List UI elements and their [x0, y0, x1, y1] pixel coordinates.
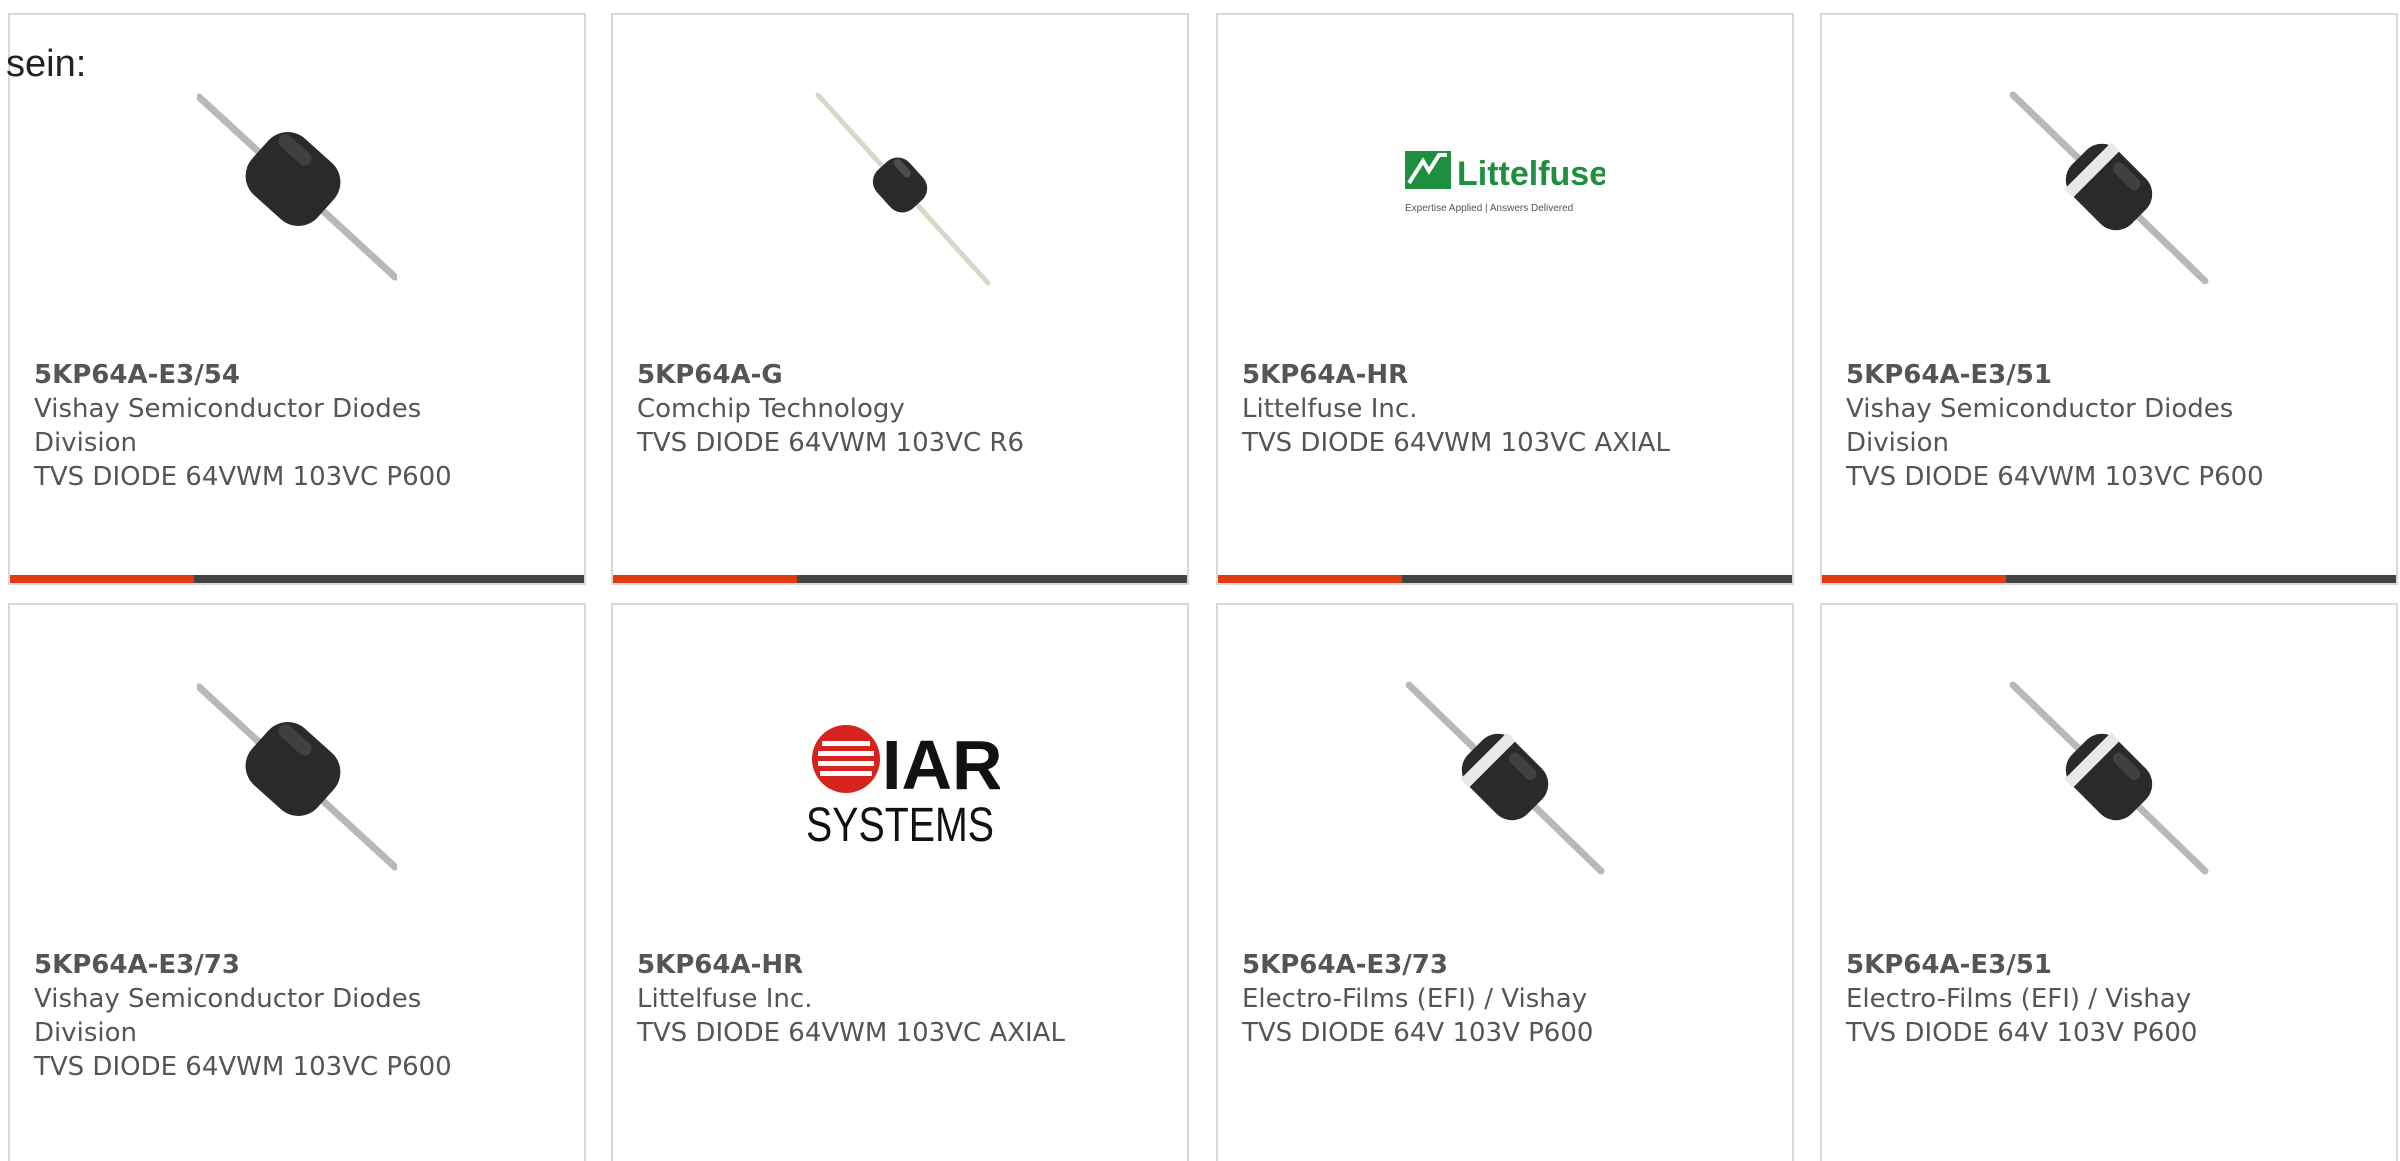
- manufacturer-text: Comchip Technology: [637, 394, 905, 424]
- part-number-link[interactable]: 5KP64A-G: [637, 358, 1167, 392]
- description-text: TVS DIODE 64V 103V P600: [1846, 1018, 2198, 1048]
- description-text: TVS DIODE 64VWM 103VC P600: [1846, 462, 2264, 492]
- axial-diode-black-icon: [197, 87, 397, 287]
- rating-bar: [613, 575, 1187, 583]
- rating-bar: [10, 575, 584, 583]
- product-info: 5KP64A-E3/73 Vishay Semiconductor Diodes…: [34, 948, 564, 1084]
- littelfuse-logo-text: Littelfuse: [1457, 155, 1605, 193]
- product-info: 5KP64A-E3/51 Vishay Semiconductor Diodes…: [1846, 358, 2376, 494]
- product-card[interactable]: 5KP64A-E3/51 Electro-Films (EFI) / Visha…: [1820, 603, 2398, 1161]
- description-text: TVS DIODE 64VWM 103VC P600: [34, 462, 452, 492]
- description-text: TVS DIODE 64V 103V P600: [1242, 1018, 1594, 1048]
- axial-diode-banded-icon: [2009, 87, 2209, 287]
- littelfuse-logo: Littelfuse Expertise Applied | Answers D…: [1405, 87, 1605, 287]
- manufacturer-text: Littelfuse Inc.: [1242, 394, 1418, 424]
- axial-diode-banded-icon: [2009, 677, 2209, 877]
- product-card[interactable]: Littelfuse Expertise Applied | Answers D…: [1216, 13, 1794, 585]
- description-text: TVS DIODE 64VWM 103VC P600: [34, 1052, 452, 1082]
- part-number-link[interactable]: 5KP64A-E3/51: [1846, 358, 2376, 392]
- part-number-link[interactable]: 5KP64A-E3/51: [1846, 948, 2376, 982]
- rating-bar-fill: [10, 575, 194, 583]
- part-number-link[interactable]: 5KP64A-E3/73: [34, 948, 564, 982]
- product-card[interactable]: 5KP64A-E3/73 Vishay Semiconductor Diodes…: [8, 603, 586, 1161]
- iar-logo-subtext: SYSTEMS: [806, 799, 994, 852]
- littelfuse-tagline: Expertise Applied | Answers Delivered: [1405, 203, 1573, 214]
- rating-bar-fill: [1822, 575, 2006, 583]
- axial-diode-small-icon: [800, 87, 1000, 287]
- rating-bar-fill: [613, 575, 797, 583]
- product-card[interactable]: 5KP64A-E3/54 Vishay Semiconductor Diodes…: [8, 13, 586, 585]
- product-info: 5KP64A-E3/73 Electro-Films (EFI) / Visha…: [1242, 948, 1772, 1050]
- manufacturer-text: Littelfuse Inc.: [637, 984, 813, 1014]
- manufacturer-text: Vishay Semiconductor Diodes Division: [1846, 394, 2234, 458]
- product-info: 5KP64A-E3/54 Vishay Semiconductor Diodes…: [34, 358, 564, 494]
- manufacturer-text: Electro-Films (EFI) / Vishay: [1242, 984, 1588, 1014]
- rating-bar: [1822, 575, 2396, 583]
- product-info: 5KP64A-HR Littelfuse Inc. TVS DIODE 64VW…: [1242, 358, 1772, 460]
- rating-bar: [1218, 575, 1792, 583]
- axial-diode-banded-icon: [1405, 677, 1605, 877]
- iar-systems-logo: IAR SYSTEMS: [800, 677, 1000, 877]
- iar-logo-text: IAR: [882, 726, 1000, 804]
- product-grid-page: sein: 5KP64A-E3/54 Vishay Semiconductor …: [0, 0, 2400, 1161]
- intro-text: sein:: [6, 43, 87, 85]
- part-number-link[interactable]: 5KP64A-E3/73: [1242, 948, 1772, 982]
- description-text: TVS DIODE 64VWM 103VC AXIAL: [1242, 428, 1670, 458]
- manufacturer-text: Vishay Semiconductor Diodes Division: [34, 984, 422, 1048]
- description-text: TVS DIODE 64VWM 103VC AXIAL: [637, 1018, 1065, 1048]
- part-number-link[interactable]: 5KP64A-E3/54: [34, 358, 564, 392]
- part-number-link[interactable]: 5KP64A-HR: [637, 948, 1167, 982]
- part-number-link[interactable]: 5KP64A-HR: [1242, 358, 1772, 392]
- product-info: 5KP64A-G Comchip Technology TVS DIODE 64…: [637, 358, 1167, 460]
- product-card[interactable]: 5KP64A-E3/73 Electro-Films (EFI) / Visha…: [1216, 603, 1794, 1161]
- axial-diode-black-icon: [197, 677, 397, 877]
- product-info: 5KP64A-E3/51 Electro-Films (EFI) / Visha…: [1846, 948, 2376, 1050]
- product-card[interactable]: 5KP64A-E3/51 Vishay Semiconductor Diodes…: [1820, 13, 2398, 585]
- manufacturer-text: Vishay Semiconductor Diodes Division: [34, 394, 422, 458]
- manufacturer-text: Electro-Films (EFI) / Vishay: [1846, 984, 2192, 1014]
- rating-bar-fill: [1218, 575, 1402, 583]
- product-card[interactable]: IAR SYSTEMS 5KP64A-HR Littelfuse Inc. TV…: [611, 603, 1189, 1161]
- description-text: TVS DIODE 64VWM 103VC R6: [637, 428, 1025, 458]
- product-info: 5KP64A-HR Littelfuse Inc. TVS DIODE 64VW…: [637, 948, 1167, 1050]
- product-card[interactable]: 5KP64A-G Comchip Technology TVS DIODE 64…: [611, 13, 1189, 585]
